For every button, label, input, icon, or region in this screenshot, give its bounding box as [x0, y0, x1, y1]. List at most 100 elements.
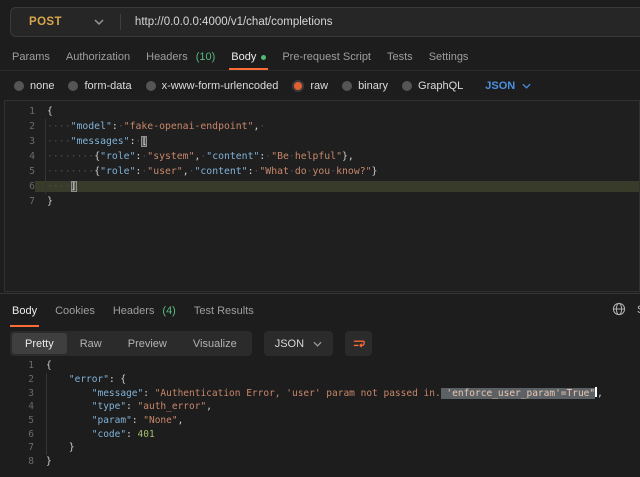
body-type-row: none form-data x-www-form-urlencoded raw bin… [0, 71, 640, 100]
token: "role" [100, 166, 135, 177]
body-language-label: JSON [485, 80, 515, 92]
token: { [46, 360, 52, 371]
tab-body[interactable]: Body [12, 297, 37, 325]
radio-raw[interactable]: raw [292, 80, 328, 92]
code-line[interactable]: 3 "message": "Authentication Error, 'use… [4, 386, 640, 400]
view-visualize[interactable]: Visualize [180, 333, 250, 354]
tab-tests[interactable]: Tests [387, 44, 413, 70]
green-dot-icon [261, 55, 266, 60]
token: : [126, 401, 137, 412]
token [46, 401, 92, 412]
tab-headers[interactable]: Headers(10) [146, 44, 215, 70]
wrap-line-button[interactable] [345, 331, 372, 356]
code-line[interactable]: 5········{"role":·"user",·"content":·"Wh… [5, 164, 639, 179]
chevron-down-icon[interactable] [94, 19, 104, 25]
request-body-editor[interactable]: 1{2····"model":·"fake-openai-endpoint",·… [4, 100, 640, 292]
radio-binary[interactable]: binary [342, 80, 388, 92]
response-language-select[interactable]: JSON [264, 331, 333, 356]
code-line[interactable]: 1{ [5, 104, 639, 119]
url-input[interactable]: http://0.0.0.0:4000/v1/chat/completions [135, 16, 333, 28]
token: "What [259, 166, 289, 177]
code-line[interactable]: 6 "code": 401 [4, 427, 640, 441]
code-content: { [35, 106, 639, 117]
indent-guide [45, 119, 46, 194]
view-raw[interactable]: Raw [67, 333, 115, 354]
radio-circle-icon [292, 80, 304, 92]
line-number: 3 [5, 136, 35, 147]
method-selector[interactable]: POST [11, 16, 62, 28]
token: do [295, 166, 307, 177]
token: "content" [206, 151, 259, 162]
radio-none[interactable]: none [14, 80, 54, 92]
radio-graphql[interactable]: GraphQL [402, 80, 463, 92]
code-line[interactable]: 4········{"role":·"system",·"content":·"… [5, 149, 639, 164]
tab-cookies[interactable]: Cookies [55, 297, 95, 325]
code-content: "message": "Authentication Error, 'user'… [34, 387, 640, 399]
tab-pre-request-script[interactable]: Pre-request Script [282, 44, 371, 70]
tab-label: Params [12, 51, 50, 63]
tab-label: Headers [146, 51, 188, 63]
token: ········ [47, 166, 94, 177]
code-line[interactable]: 1{ [4, 359, 640, 373]
code-line[interactable]: 6····] [5, 179, 639, 194]
token: "message" [92, 388, 143, 399]
token: ] [71, 181, 77, 192]
token: : [143, 388, 154, 399]
code-content: ········{"role":·"user",·"content":·"Wha… [35, 166, 639, 177]
token: , [178, 415, 184, 426]
token: ···· [47, 136, 71, 147]
radio-label: x-www-form-urlencoded [162, 80, 279, 92]
code-content: ····] [35, 181, 639, 192]
line-number: 6 [4, 429, 34, 440]
body-language-select[interactable]: JSON [485, 80, 531, 92]
tab-label: Settings [429, 51, 469, 63]
radio-label: GraphQL [418, 80, 463, 92]
code-line[interactable]: 3····"messages":·[ [5, 134, 639, 149]
radio-label: none [30, 80, 54, 92]
chevron-down-icon [313, 341, 322, 347]
panel-divider[interactable] [0, 293, 640, 294]
line-number: 8 [4, 456, 34, 467]
token: "error" [69, 374, 109, 385]
radio-x-www-form-urlencoded[interactable]: x-www-form-urlencoded [146, 80, 279, 92]
line-number: 5 [5, 166, 35, 177]
code-line[interactable]: 7 } [4, 441, 640, 455]
tab-label: Headers [113, 305, 155, 317]
view-preview[interactable]: Preview [115, 333, 180, 354]
code-line[interactable]: 2 "error": { [4, 373, 640, 387]
code-content: ····"messages":·[ [35, 136, 639, 147]
radio-form-data[interactable]: form-data [68, 80, 131, 92]
tab-body[interactable]: Body [231, 44, 266, 70]
code-line[interactable]: 5 "param": "None", [4, 414, 640, 428]
token: "type" [92, 401, 126, 412]
code-line[interactable]: 7} [5, 194, 639, 209]
url-pill: POST http://0.0.0.0:4000/v1/chat/complet… [10, 7, 640, 37]
code-content: } [34, 456, 640, 467]
token: helpful" [295, 151, 342, 162]
globe-icon[interactable] [612, 302, 626, 316]
code-line[interactable]: 4 "type": "auth_error", [4, 400, 640, 414]
token: "None" [143, 415, 177, 426]
indent-guide [46, 373, 47, 455]
tab-authorization[interactable]: Authorization [66, 44, 130, 70]
tab-params[interactable]: Params [12, 44, 50, 70]
radio-circle-icon [342, 81, 352, 91]
view-pretty[interactable]: Pretty [12, 333, 67, 354]
response-toolbar: PrettyRawPreviewVisualize JSON [10, 331, 372, 356]
token: : [132, 415, 143, 426]
tab-headers[interactable]: Headers(4) [113, 297, 176, 325]
token: "system" [147, 151, 194, 162]
response-body-editor[interactable]: 1{2 "error": {3 "message": "Authenticati… [4, 359, 640, 477]
tab-settings[interactable]: Settings [429, 44, 469, 70]
code-line[interactable]: 2····"model":·"fake-openai-endpoint",· [5, 119, 639, 134]
tab-test-results[interactable]: Test Results [194, 297, 254, 325]
code-line[interactable]: 8} [4, 455, 640, 469]
code-content: } [34, 442, 640, 453]
line-number: 1 [4, 360, 34, 371]
tab-label: Body [231, 51, 256, 63]
token [46, 429, 92, 440]
response-language-label: JSON [275, 338, 304, 350]
radio-label: raw [310, 80, 328, 92]
token [46, 374, 69, 385]
token: : { [109, 374, 126, 385]
